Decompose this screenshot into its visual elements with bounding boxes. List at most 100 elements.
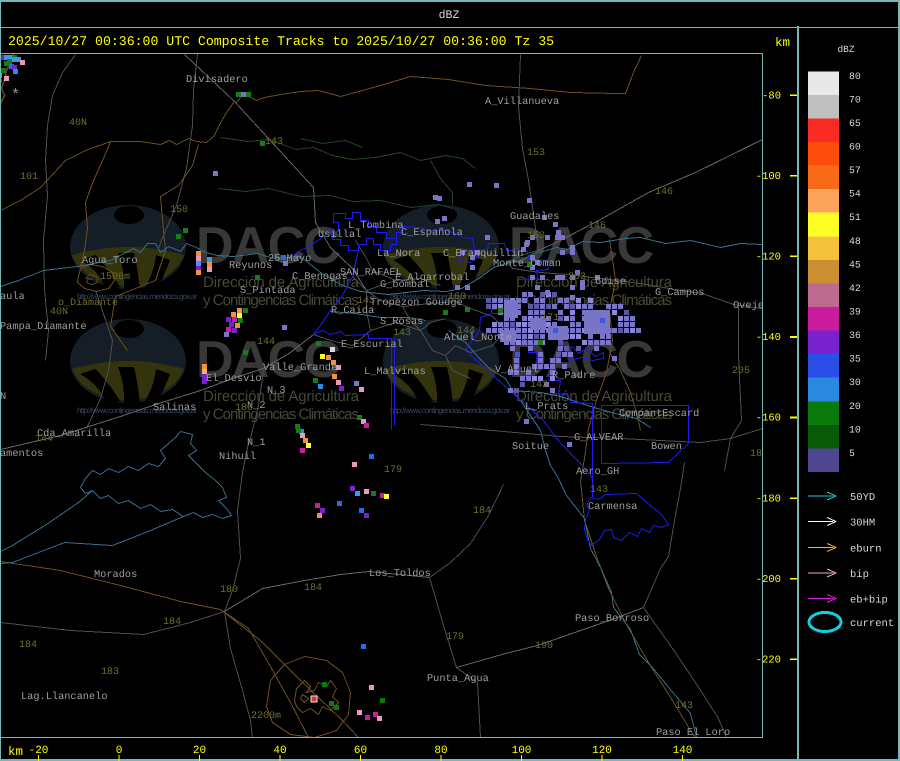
svg-text:R_Padre: R_Padre: [552, 370, 595, 382]
svg-text:L_Prats: L_Prats: [525, 401, 568, 413]
svg-text:-220: -220: [756, 654, 781, 666]
svg-text:o_Diamante: o_Diamante: [58, 297, 118, 309]
svg-text:C_Española: C_Española: [401, 227, 463, 239]
svg-text:143: 143: [530, 380, 548, 391]
svg-text:Los_Toldos: Los_Toldos: [369, 568, 431, 580]
svg-text:160: 160: [448, 292, 466, 303]
svg-text:-120: -120: [756, 252, 781, 264]
svg-text:CompantEscard: CompantEscard: [619, 408, 699, 420]
svg-text:Divisadero: Divisadero: [186, 74, 248, 86]
svg-text:G_bombal: G_bombal: [380, 279, 429, 291]
svg-text:current: current: [850, 618, 894, 630]
svg-text:-140: -140: [756, 332, 781, 344]
svg-text:bip: bip: [850, 569, 869, 581]
svg-text:70: 70: [849, 94, 861, 105]
svg-text:101: 101: [20, 172, 38, 183]
svg-text:30HM: 30HM: [850, 518, 875, 530]
svg-text:171: 171: [541, 313, 559, 324]
svg-text:SAN_RAFAEL: SAN_RAFAEL: [340, 267, 402, 279]
svg-text:143: 143: [675, 701, 693, 712]
svg-text:45: 45: [849, 259, 861, 270]
svg-text:Punta_Agua: Punta_Agua: [427, 673, 489, 685]
svg-text:Salinas: Salinas: [153, 402, 196, 414]
svg-text:Carmensa: Carmensa: [588, 501, 637, 513]
svg-text:153: 153: [527, 148, 545, 159]
svg-text:20: 20: [849, 401, 861, 412]
svg-text:57: 57: [849, 165, 861, 176]
svg-text:180: 180: [235, 403, 253, 414]
svg-text:42: 42: [849, 283, 861, 294]
svg-text:S_Pintada: S_Pintada: [240, 285, 296, 297]
svg-text:144: 144: [257, 337, 275, 348]
svg-text:180: 180: [220, 585, 238, 596]
svg-text:179: 179: [384, 465, 402, 476]
svg-text:51: 51: [849, 212, 861, 223]
svg-text:S_Rosas: S_Rosas: [380, 316, 423, 328]
svg-text:L_Tombina: L_Tombina: [348, 220, 404, 232]
svg-text:km: km: [8, 745, 23, 759]
svg-text:80: 80: [849, 71, 861, 82]
svg-text:143: 143: [393, 328, 411, 339]
svg-text:35: 35: [849, 354, 861, 365]
svg-text:km: km: [775, 36, 790, 50]
svg-text:5: 5: [849, 448, 855, 459]
svg-text:Monte_Coman: Monte_Coman: [493, 258, 561, 270]
svg-text:143: 143: [357, 296, 375, 307]
svg-text:60: 60: [849, 142, 861, 153]
svg-text:Reyunos: Reyunos: [229, 260, 272, 272]
svg-text:-100: -100: [756, 171, 781, 183]
svg-text:190: 190: [535, 641, 553, 652]
svg-text:25_Mayo: 25_Mayo: [268, 253, 311, 265]
svg-text:36: 36: [849, 330, 861, 341]
svg-text:dBZ: dBZ: [439, 9, 460, 22]
svg-text:V_Atuel: V_Atuel: [495, 364, 538, 376]
svg-text:N_1: N_1: [247, 437, 266, 449]
svg-text:146: 146: [588, 221, 606, 232]
svg-text:2200m: 2200m: [251, 711, 281, 722]
svg-text:150: 150: [170, 205, 188, 216]
svg-text:179: 179: [446, 632, 464, 643]
svg-text:40N: 40N: [69, 118, 87, 129]
svg-text:Oveje: Oveje: [733, 300, 764, 312]
svg-text:amentos: amentos: [0, 448, 43, 460]
svg-text:153: 153: [527, 231, 545, 242]
svg-text:E_Escurial: E_Escurial: [341, 339, 403, 351]
svg-text:184: 184: [163, 617, 181, 628]
svg-text:Lag.Llancanelo: Lag.Llancanelo: [21, 691, 108, 703]
svg-text:203: 203: [568, 272, 586, 283]
svg-text:48: 48: [849, 236, 861, 247]
svg-text:N_3: N_3: [267, 385, 286, 397]
svg-text:L_Malvinas: L_Malvinas: [364, 366, 426, 378]
svg-text:183: 183: [101, 667, 119, 678]
svg-text:Nihuil: Nihuil: [219, 451, 256, 463]
svg-text:184: 184: [473, 506, 491, 517]
svg-text:-160: -160: [756, 413, 781, 425]
svg-text:Atuel_Norte: Atuel_Norte: [444, 332, 512, 344]
svg-text:143: 143: [265, 137, 283, 148]
svg-text:146: 146: [655, 187, 673, 198]
svg-text:dBZ: dBZ: [837, 44, 854, 55]
svg-text:Goise: Goise: [595, 276, 626, 288]
svg-text:eb+bip: eb+bip: [850, 595, 888, 607]
svg-text:Paso El Loro: Paso El Loro: [656, 727, 730, 739]
svg-text:Aero_GH: Aero_GH: [576, 466, 619, 478]
svg-text:184: 184: [19, 640, 37, 651]
svg-text:50YD: 50YD: [850, 492, 875, 504]
svg-text:La_Nora: La_Nora: [377, 248, 420, 260]
svg-text:Guadales: Guadales: [510, 211, 559, 223]
svg-text:184: 184: [304, 583, 322, 594]
svg-text:39: 39: [849, 307, 861, 318]
svg-text:Pampa_Diamante: Pampa_Diamante: [0, 321, 87, 333]
svg-text:65: 65: [849, 118, 861, 129]
svg-text:G_ALVEAR: G_ALVEAR: [574, 432, 623, 444]
svg-text:A_Villanueva: A_Villanueva: [485, 96, 559, 108]
svg-text:10: 10: [849, 424, 861, 435]
svg-text:*: *: [11, 87, 20, 104]
svg-text:144: 144: [35, 434, 53, 445]
svg-text:Bowen: Bowen: [651, 441, 682, 453]
svg-text:-180: -180: [756, 493, 781, 505]
svg-text:54: 54: [849, 189, 861, 200]
svg-text:El_Desvio: El_Desvio: [206, 373, 262, 385]
svg-text:143: 143: [590, 485, 608, 496]
svg-text:2025/10/27 00:36:00 UTC Compos: 2025/10/27 00:36:00 UTC Composite Tracks…: [8, 34, 554, 49]
